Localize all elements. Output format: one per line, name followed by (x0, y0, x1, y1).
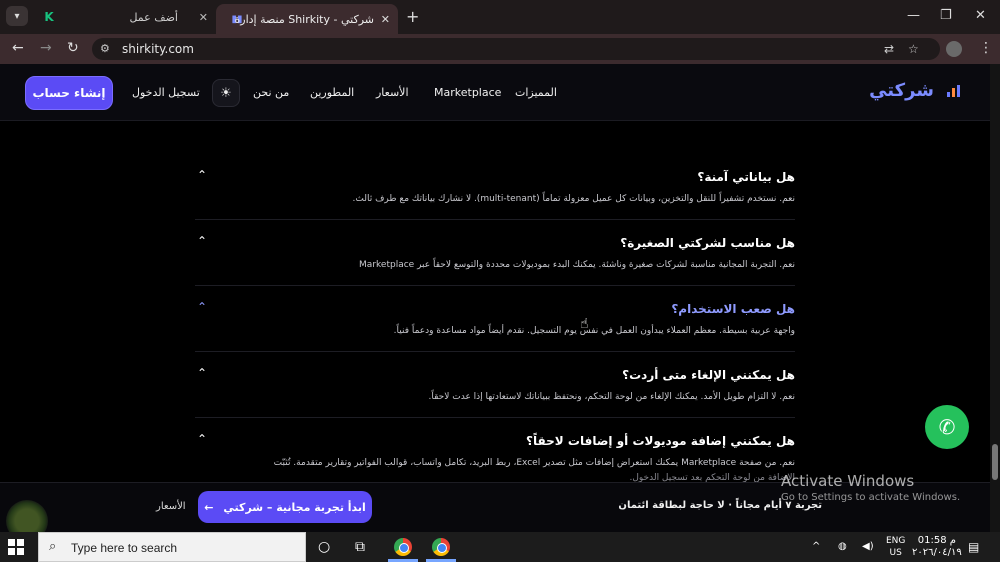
brand-logo-icon (947, 85, 960, 97)
activate-windows-title: Activate Windows (781, 472, 915, 490)
faq-answer: نعم. لا التزام طويل الأمد. يمكنك الإلغاء… (428, 392, 795, 402)
volume-icon[interactable]: ◀) (862, 541, 874, 552)
hand-cursor-icon: ☝ (580, 316, 589, 332)
theme-toggle-sun-icon[interactable]: ☀ (212, 79, 240, 107)
start-free-trial-button[interactable]: ابدأ تجربة مجانية – شركتي ← (198, 491, 372, 523)
tab-close-icon[interactable]: ✕ (381, 13, 390, 26)
browser-tab-add-business[interactable]: K أضف عمل ✕ (34, 4, 214, 30)
translate-icon[interactable]: ⇄ (884, 42, 894, 56)
faq-question[interactable]: هل مناسب لشركتي الصغيرة؟ (620, 236, 795, 250)
chrome-taskbar-icon[interactable] (432, 538, 450, 556)
faq-question[interactable]: هل يمكنني الإلغاء متى أردت؟ (622, 368, 795, 382)
taskbar-search-box[interactable]: ⌕ Type here to search (38, 532, 306, 562)
faq-answer: واجهة عربية بسيطة. معظم العملاء يبدأون ا… (393, 326, 795, 336)
tab-search-chevron-icon[interactable]: ▾ (6, 6, 28, 26)
cta-label: ابدأ تجربة مجانية – شركتي (223, 500, 366, 514)
nav-marketplace[interactable]: Marketplace (434, 86, 501, 99)
profile-avatar[interactable] (946, 41, 962, 57)
screen: ▾ K أضف عمل ✕ ▮▮ شركتي - Shirkity منصة إ… (0, 0, 1000, 562)
url-text: shirkity.com (122, 42, 194, 56)
faq-item[interactable]: هل بياناتي آمنة؟ نعم. نستخدم تشفيراً للن… (195, 154, 795, 220)
tab-title: أضف عمل (129, 10, 178, 24)
nav-pricing[interactable]: الأسعار (376, 86, 409, 99)
site-header: إنشاء حساب تسجيل الدخول ☀ من نحن المطوري… (0, 64, 990, 121)
browser-tab-strip: ▾ K أضف عمل ✕ ▮▮ شركتي - Shirkity منصة إ… (0, 0, 1000, 34)
window-close-icon[interactable]: ✕ (975, 8, 986, 23)
website-viewport: إنشاء حساب تسجيل الدخول ☀ من نحن المطوري… (0, 64, 990, 532)
back-arrow-icon[interactable]: ← (12, 40, 24, 56)
faq-item[interactable]: هل مناسب لشركتي الصغيرة؟ نعم. التجربة ال… (195, 220, 795, 286)
region-code: US (889, 548, 902, 558)
chevron-up-icon[interactable]: ⌃ (197, 234, 207, 248)
faq-item[interactable]: هل يمكنني الإلغاء متى أردت؟ نعم. لا التز… (195, 352, 795, 418)
faq-question[interactable]: هل صعب الاستخدام؟ (671, 302, 795, 316)
search-icon: ⌕ (49, 539, 57, 554)
browser-menu-icon[interactable]: ⋮ (979, 40, 993, 56)
arrow-left-icon: ← (204, 500, 214, 514)
windows-taskbar: ⌕ Type here to search ○ ⧉ ^ ◍ ◀) ENG US … (0, 532, 1000, 562)
scrollbar-thumb[interactable] (992, 444, 998, 480)
bookmark-star-icon[interactable]: ☆ (908, 42, 919, 56)
chevron-up-icon[interactable]: ⌃ (197, 366, 207, 380)
faq-item[interactable]: هل يمكنني إضافة موديولات أو إضافات لاحقا… (195, 418, 795, 484)
faq-answer: نعم. التجربة المجانية مناسبة لشركات صغير… (359, 260, 795, 270)
faq-question[interactable]: هل يمكنني إضافة موديولات أو إضافات لاحقا… (526, 434, 795, 448)
address-bar[interactable]: ⚙ shirkity.com ⇄ ☆ (92, 38, 940, 60)
chevron-up-icon[interactable]: ⌃ (197, 168, 207, 182)
site-info-icon[interactable]: ⚙ (100, 42, 110, 55)
forward-arrow-icon[interactable]: → (40, 40, 52, 56)
chrome-taskbar-icon[interactable] (394, 538, 412, 556)
language-indicator[interactable]: ENG US (886, 535, 905, 559)
new-tab-plus-icon[interactable]: + (406, 7, 419, 26)
page-scrollbar[interactable] (990, 64, 1000, 532)
faq-question[interactable]: هل بياناتي آمنة؟ (697, 170, 795, 184)
nav-about[interactable]: من نحن (253, 86, 289, 99)
brand-name[interactable]: شركتي (869, 80, 934, 101)
clock-time: 01:58 م (917, 535, 956, 546)
nav-features[interactable]: المميزات (515, 86, 557, 99)
task-view-icon[interactable]: ⧉ (355, 539, 365, 555)
k-favicon-icon: K (44, 10, 54, 24)
whatsapp-chat-icon[interactable]: ✆ (925, 405, 969, 449)
faq-answer: نعم. نستخدم تشفيراً للنقل والتخزين، وبيا… (352, 194, 795, 204)
tab-close-icon[interactable]: ✕ (199, 11, 208, 24)
browser-toolbar: ← → ↻ ⚙ shirkity.com ⇄ ☆ ⋮ (0, 34, 1000, 64)
activate-windows-subtitle: Go to Settings to activate Windows. (781, 492, 961, 503)
cortana-circle-icon[interactable]: ○ (318, 539, 330, 555)
faq-item[interactable]: هل صعب الاستخدام؟ واجهة عربية بسيطة. معظ… (195, 286, 795, 352)
network-icon[interactable]: ◍ (838, 541, 847, 552)
clock-date: ٢٠٢٦/٠٤/١٩ (912, 547, 962, 558)
signup-button[interactable]: إنشاء حساب (25, 76, 113, 110)
search-placeholder: Type here to search (71, 541, 178, 555)
faq-list: هل بياناتي آمنة؟ نعم. نستخدم تشفيراً للن… (195, 154, 795, 484)
tab-title: شركتي - Shirkity منصة إدارة الشر (234, 12, 374, 26)
chevron-up-icon[interactable]: ⌃ (197, 300, 207, 314)
windows-start-icon[interactable] (8, 539, 24, 555)
browser-tab-shirkity[interactable]: ▮▮ شركتي - Shirkity منصة إدارة الشر ✕ (216, 4, 398, 34)
minimize-icon[interactable]: — (907, 8, 920, 23)
faq-answer: نعم. من صفحة Marketplace يمكنك استعراض إ… (273, 458, 795, 468)
restore-icon[interactable]: ❐ (940, 8, 952, 23)
tray-chevron-up-icon[interactable]: ^ (812, 541, 820, 552)
nav-developers[interactable]: المطورين (310, 86, 354, 99)
lang-code: ENG (886, 536, 906, 546)
chevron-up-icon[interactable]: ⌃ (197, 432, 207, 446)
taskbar-clock[interactable]: 01:58 م ٢٠٢٦/٠٤/١٩ (912, 535, 962, 559)
sticky-pricing-link[interactable]: الأسعار (156, 501, 186, 512)
notifications-icon[interactable]: ▤ (968, 540, 979, 554)
reload-icon[interactable]: ↻ (67, 40, 79, 56)
login-link[interactable]: تسجيل الدخول (132, 86, 200, 99)
